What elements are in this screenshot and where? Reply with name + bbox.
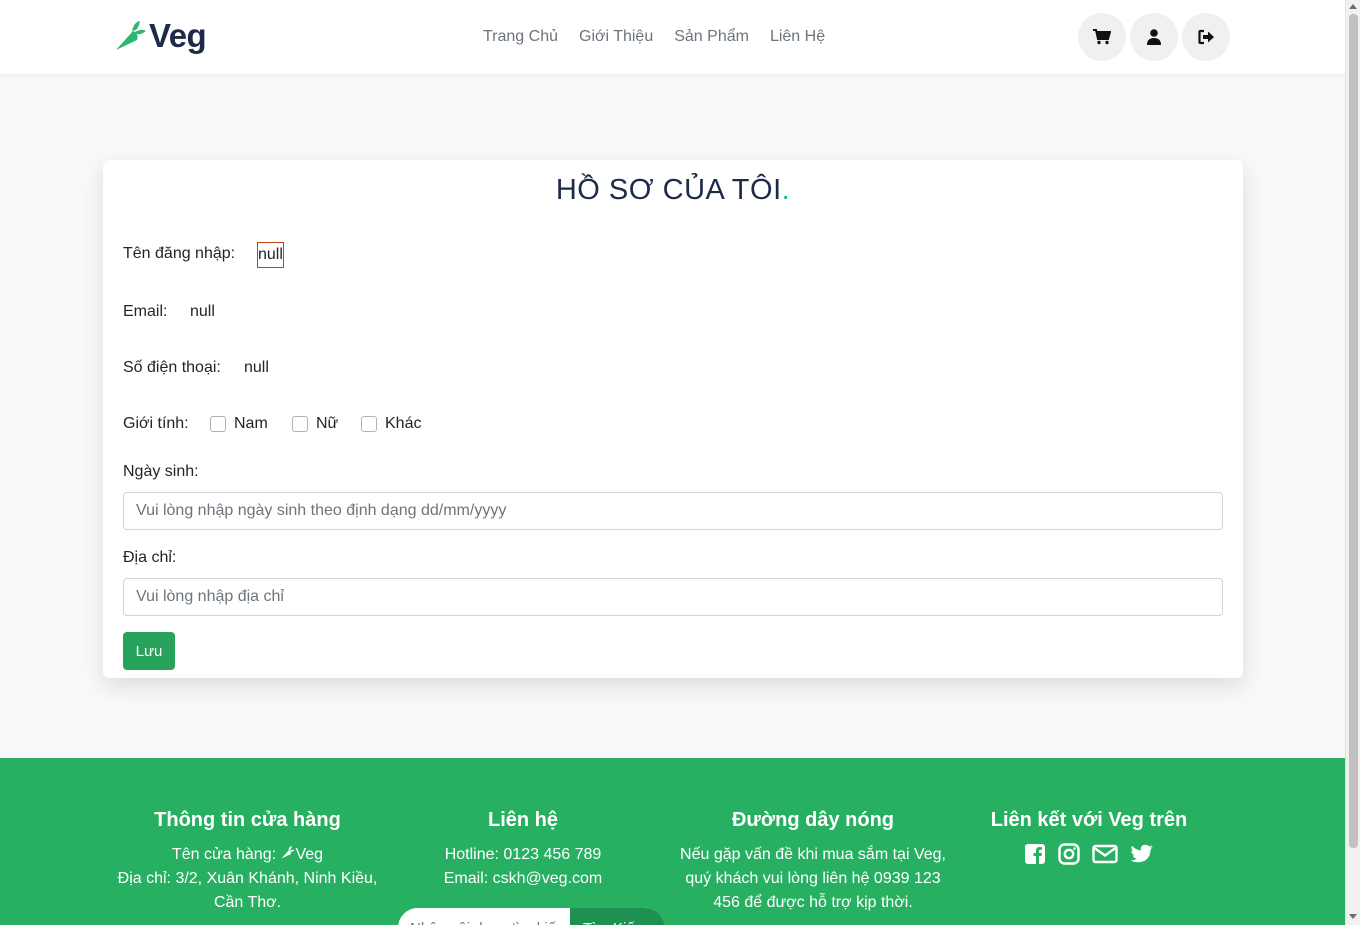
phone-value: null	[244, 359, 269, 376]
footer-store-name: Tên cửa hàng: Veg	[171, 845, 324, 863]
profile-button[interactable]	[1130, 13, 1178, 61]
address-label: Địa chỉ:	[123, 549, 177, 566]
logout-button[interactable]	[1182, 13, 1230, 61]
logo[interactable]: Veg	[113, 16, 207, 56]
envelope-icon[interactable]	[1092, 843, 1118, 865]
footer-hotline-info: Đường dây nóng Nếu gặp vấn đề khi mua sắ…	[675, 808, 951, 915]
footer-search: Tìm Kiếm	[398, 908, 665, 925]
footer-search-button[interactable]: Tìm Kiếm	[570, 908, 665, 925]
gender-male-label: Nam	[234, 415, 268, 432]
gender-male-checkbox[interactable]	[210, 416, 226, 432]
username-value: null	[257, 242, 284, 268]
page-scrollbar[interactable]	[1345, 0, 1360, 925]
cart-icon	[1093, 29, 1111, 45]
nav-link-products[interactable]: Sản Phẩm	[674, 26, 749, 48]
email-value: null	[190, 303, 215, 320]
phone-label: Số điện thoại:	[123, 359, 221, 376]
user-icon	[1147, 29, 1161, 45]
twitter-icon[interactable]	[1130, 843, 1154, 865]
logo-text: Veg	[149, 17, 207, 54]
dob-label: Ngày sinh:	[123, 463, 199, 480]
gender-label: Giới tính:	[123, 415, 189, 432]
main-nav: Trang Chủ Giới Thiệu Sản Phẩm Liên Hệ	[483, 26, 825, 48]
address-input[interactable]	[123, 578, 1223, 616]
email-label: Email:	[123, 303, 168, 320]
gender-female-label: Nữ	[316, 415, 339, 432]
footer-email: Email: cskh@veg.com	[443, 870, 603, 887]
nav-link-contact[interactable]: Liên Hệ	[770, 26, 825, 48]
facebook-icon[interactable]	[1024, 843, 1046, 865]
sign-out-icon	[1197, 29, 1214, 45]
instagram-icon[interactable]	[1058, 843, 1080, 865]
nav-actions	[1078, 13, 1230, 61]
cart-button[interactable]	[1078, 13, 1126, 61]
gender-other-checkbox[interactable]	[361, 416, 377, 432]
social-links	[985, 843, 1193, 865]
nav-link-home[interactable]: Trang Chủ	[483, 26, 558, 48]
footer-store-title: Thông tin cửa hàng	[154, 809, 341, 831]
footer-contact-title: Liên hệ	[487, 809, 558, 831]
save-button[interactable]: Lưu	[123, 632, 175, 670]
scroll-down-arrow-icon[interactable]	[1349, 914, 1357, 919]
footer-store-info: Thông tin cửa hàng Tên cửa hàng: Veg Địa…	[110, 808, 385, 915]
footer-hotline-title: Đường dây nóng	[731, 809, 895, 831]
profile-card: HỒ SƠ CỦA TÔI. Tên đăng nhập: null Email…	[103, 160, 1243, 678]
footer: Thông tin cửa hàng Tên cửa hàng: Veg Địa…	[0, 758, 1345, 925]
footer-search-input[interactable]	[398, 908, 570, 925]
dob-input[interactable]	[123, 492, 1223, 530]
username-label: Tên đăng nhập:	[123, 245, 236, 262]
footer-social: Liên kết với Veg trên	[985, 808, 1193, 865]
carrot-logo-icon	[116, 21, 146, 50]
footer-contact: Liên hệ Hotline: 0123 456 789 Email: csk…	[423, 808, 623, 891]
footer-store-address: Địa chỉ: 3/2, Xuân Khánh, Ninh Kiều, Cần …	[117, 870, 378, 911]
footer-hotline-text: Nếu gặp vấn đề khi mua sắm tại Veg, quý k…	[680, 846, 946, 911]
carrot-small-icon	[281, 845, 296, 859]
footer-social-title: Liên kết với Veg trên	[990, 809, 1188, 831]
nav-link-about[interactable]: Giới Thiệu	[579, 26, 653, 48]
gender-female-checkbox[interactable]	[292, 416, 308, 432]
navbar: Veg Trang Chủ Giới Thiệu Sản Phẩm Liên H…	[0, 0, 1345, 74]
footer-hotline: Hotline: 0123 456 789	[444, 846, 602, 863]
page-title: HỒ SƠ CỦA TÔI.	[555, 174, 791, 206]
scrollbar-thumb[interactable]	[1349, 14, 1358, 848]
scroll-up-arrow-icon[interactable]	[1349, 4, 1357, 9]
gender-other-label: Khác	[385, 415, 422, 432]
